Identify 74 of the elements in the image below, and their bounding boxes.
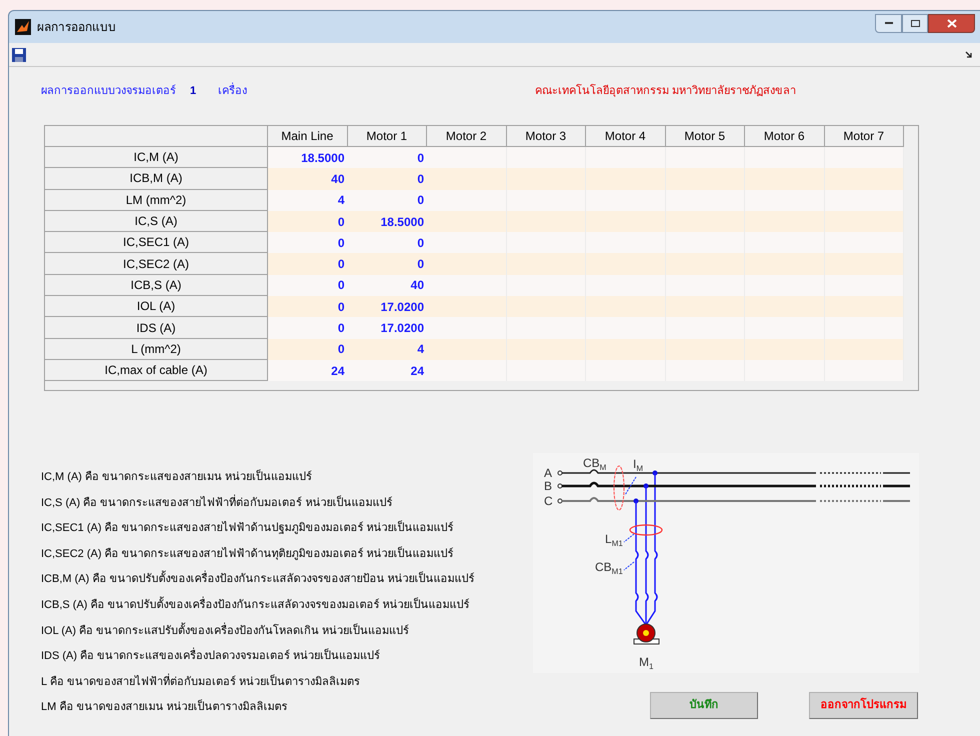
table-cell: 0 [348, 168, 427, 190]
column-header: Main Line [268, 126, 348, 147]
unit-label: เครื่อง [218, 82, 248, 99]
table-cell: 0 [268, 274, 348, 296]
row-header: ICB,M (A) [45, 168, 268, 190]
definition-text: ICB,M (A) คือ ขนาดปรับตั้งของเครื่องป้องกันกระแสลัดวงจรของสายป้อน หน่วยเป็นแอมแปร์ [41, 572, 533, 588]
organization-label: คณะเทคโนโลยีอุตสาหกรรม มหาวิทยาลัยราชภัฏสงขลา [535, 83, 796, 99]
current-label: I$_{M}$ [633, 457, 644, 473]
phase-label: B [544, 479, 552, 493]
table-cell: 40 [268, 168, 348, 190]
table-cell: 17.0200 [348, 317, 427, 339]
window-title: ผลการออกแบบ [37, 19, 116, 36]
table-cell: 0 [268, 253, 348, 275]
column-header: Motor 3 [506, 126, 586, 147]
save-button[interactable]: บันทึก [650, 692, 758, 719]
row-header: IOL (A) [45, 296, 268, 318]
definition-text: IC,M (A) คือ ขนาดกระแสของสายเมน หน่วยเป็นแอมแปร์ [41, 470, 314, 485]
definition-text: IC,SEC1 (A) คือ ขนาดกระแสของสายไฟฟ้าด้านปฐมภูมิของมอเตอร์ หน่วยเป็นแอมแปร์ [41, 521, 455, 536]
definition-text: IDS (A) คือ ขนาดกระแสของเครื่องปลดวงจรมอเตอร์ หน่วยเป็นแอมแปร์ [41, 649, 533, 664]
breaker-label: CB$_{M1}$ [595, 560, 623, 576]
motor-icon [634, 624, 660, 644]
table-cell: 24 [348, 360, 427, 382]
table-cell: 4 [348, 338, 427, 360]
arrow-icon[interactable] [965, 50, 973, 58]
breaker-label: CB$_{M}$ [583, 456, 606, 472]
definition-text: IOL (A) คือ ขนาดกระแสปรับตั้งของเครื่องป้องกันโหลดเกิน หน่วยเป็นแอมแปร์ [41, 624, 410, 639]
exit-button[interactable]: ออกจากโปรแกรม [809, 692, 918, 719]
table-cell: 0 [348, 190, 427, 211]
row-header: IC,S (A) [45, 210, 268, 232]
cable-label: L$_{M1}$ [605, 532, 623, 548]
definition-text: LM คือ ขนาดของสายเมน หน่วยเป็นตารางมิลลิเมตร [41, 700, 288, 716]
definition-text: IC,S (A) คือ ขนาดกระแสของสายไฟฟ้าที่ต่อกับมอเตอร์ หน่วยเป็นแอมแปร์ [41, 496, 394, 511]
row-header: IC,SEC2 (A) [45, 253, 268, 275]
table-cell: 18.5000 [268, 147, 348, 168]
column-header: Motor 1 [348, 126, 427, 147]
result-title: ผลการออกแบบวงจรมอเตอร์ [41, 84, 176, 99]
table-cell: 0 [268, 317, 348, 339]
minimize-button[interactable] [875, 14, 902, 32]
column-header: Motor 6 [745, 126, 824, 147]
app-icon [15, 19, 31, 35]
maximize-button[interactable] [902, 14, 928, 32]
table-cell: 17.0200 [348, 296, 427, 318]
table-cell: 0 [348, 253, 427, 275]
save-icon[interactable] [11, 46, 27, 62]
row-header: L (mm^2) [45, 338, 268, 360]
table-cell: 0 [268, 338, 348, 360]
table-cell: 4 [268, 190, 348, 211]
column-header: Motor 7 [824, 126, 904, 147]
table-cell: 24 [268, 360, 348, 382]
row-header: LM (mm^2) [45, 190, 268, 211]
definition-text: L คือ ขนาดของสายไฟฟ้าที่ต่อกับมอเตอร์ หน่วยเป็นตารางมิลลิเมตร [41, 674, 361, 690]
close-icon [946, 18, 956, 28]
row-header: IC,max of cable (A) [45, 360, 268, 382]
column-header: Motor 4 [586, 126, 666, 147]
table-cell: 0 [268, 210, 348, 232]
row-header: IDS (A) [45, 317, 268, 339]
table-cell: 0 [268, 296, 348, 318]
table-cell: 0 [348, 147, 427, 168]
table-cell: 40 [348, 274, 427, 296]
table-cell: 0 [348, 232, 427, 254]
row-header: IC,M (A) [45, 147, 268, 168]
row-header: ICB,S (A) [45, 274, 268, 296]
row-header: IC,SEC1 (A) [45, 232, 268, 254]
definition-text: ICB,S (A) คือ ขนาดปรับตั้งของเครื่องป้องกันกระแสลัดวงจรของมอเตอร์ หน่วยเป็นแอมแปร์ [41, 598, 471, 613]
close-button[interactable] [928, 14, 975, 32]
column-header: Motor 5 [666, 126, 745, 147]
motor-count: 1 [190, 84, 196, 99]
motor-label: M$_{1}$ [639, 655, 654, 671]
table-cell: 18.5000 [348, 210, 427, 232]
definition-text: IC,SEC2 (A) คือ ขนาดกระแสของสายไฟฟ้าด้านทุติยภูมิของมอเตอร์ หน่วยเป็นแอมแปร์ [41, 546, 455, 562]
phase-label: A [544, 466, 552, 480]
phase-label: C [544, 494, 553, 508]
column-header: Motor 2 [427, 126, 506, 147]
table-cell: 0 [268, 232, 348, 254]
